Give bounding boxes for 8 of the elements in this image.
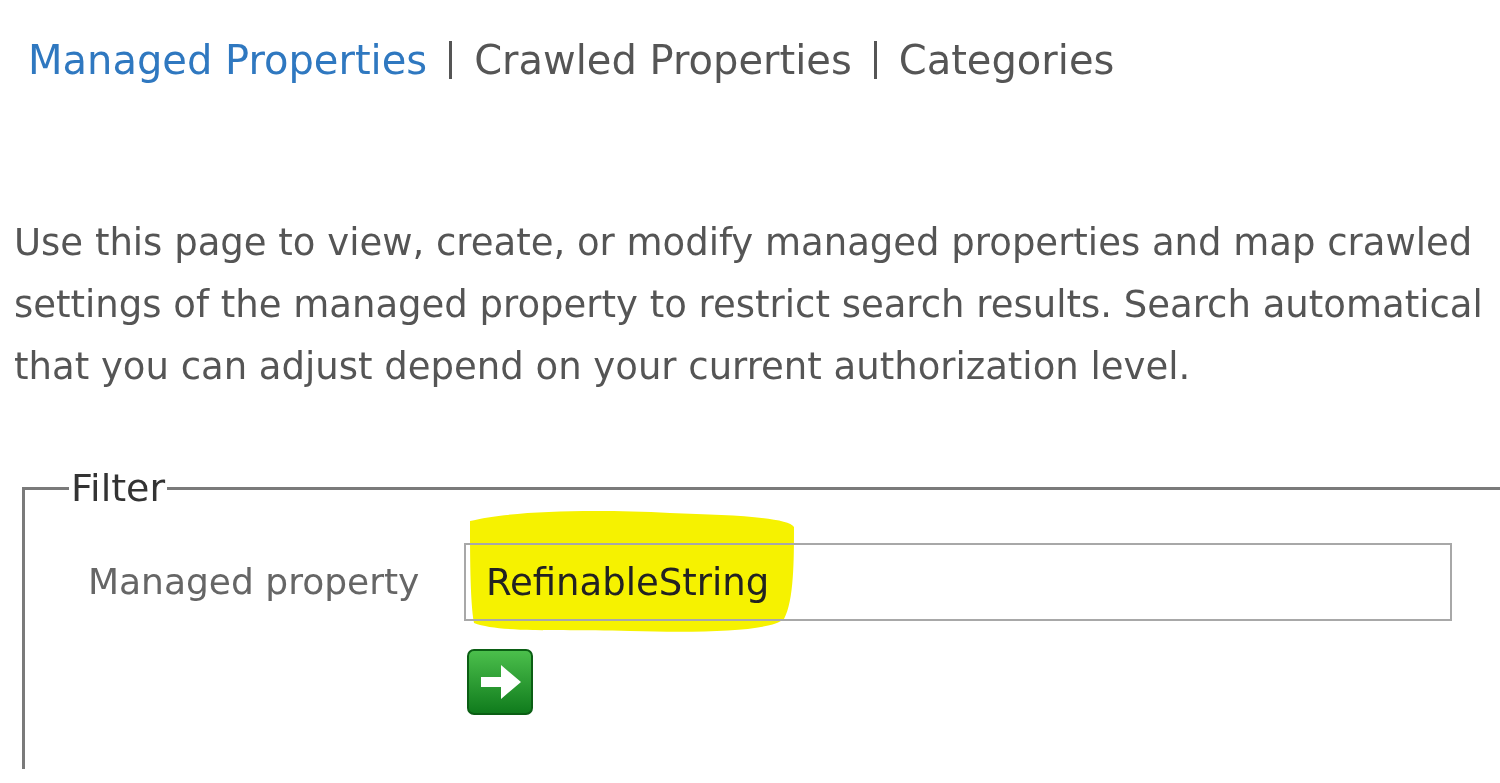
nav-link[interactable]: Crawled Properties [474, 36, 852, 84]
field-label: Managed property [88, 560, 421, 604]
filter-legend: Filter [69, 469, 168, 507]
nav-link[interactable]: Managed Properties [28, 36, 428, 84]
go-button[interactable] [467, 649, 533, 715]
nav-link[interactable]: Categories [898, 36, 1115, 84]
managed-property-input[interactable]: RefinableString [464, 543, 1452, 621]
description-text: Use this page to view, create, or modify managed properties and map crawled settings of the managed property to restrict search results. Search automatical that you can adjust depend on your current authorization level. [14, 220, 1484, 390]
